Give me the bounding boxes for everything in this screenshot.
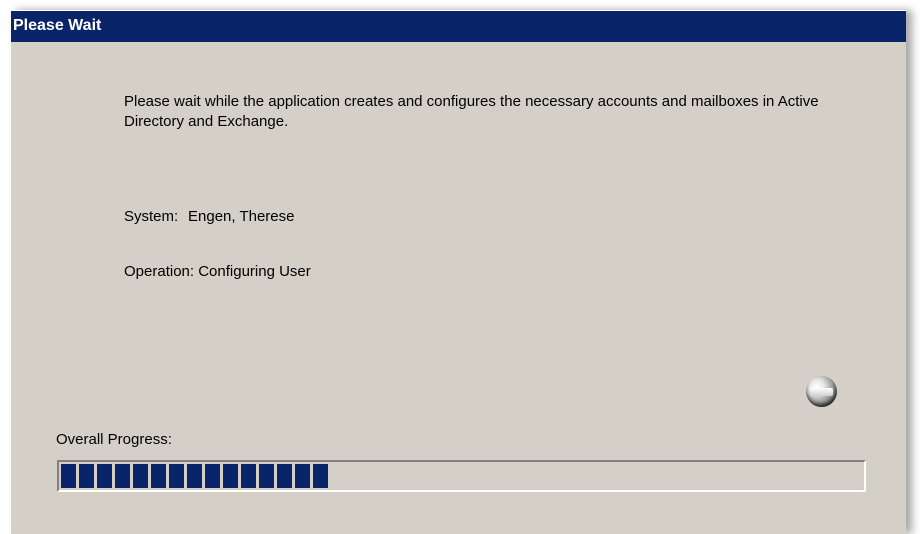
progress-block xyxy=(295,464,310,488)
progress-block xyxy=(97,464,112,488)
title-bar[interactable]: Please Wait xyxy=(11,11,906,42)
system-line: System: Engen, Therese xyxy=(124,208,294,225)
please-wait-dialog: Please Wait Please wait while the applic… xyxy=(10,10,906,534)
progress-block xyxy=(115,464,130,488)
progress-block xyxy=(151,464,166,488)
progress-block xyxy=(241,464,256,488)
progress-block xyxy=(79,464,94,488)
progress-block xyxy=(61,464,76,488)
progress-block xyxy=(187,464,202,488)
dialog-title: Please Wait xyxy=(13,17,102,34)
overall-progress-bar xyxy=(57,460,866,492)
operation-label: Operation: xyxy=(124,263,195,280)
progress-block xyxy=(277,464,292,488)
system-label: System: xyxy=(124,208,179,225)
spinner-icon xyxy=(806,376,837,407)
operation-value: Configuring User xyxy=(198,263,311,280)
progress-block xyxy=(223,464,238,488)
wait-message: Please wait while the application create… xyxy=(124,93,819,130)
progress-block xyxy=(259,464,274,488)
progress-fill xyxy=(61,464,331,488)
progress-block xyxy=(169,464,184,488)
operation-line: Operation: Configuring User xyxy=(124,263,311,280)
progress-block xyxy=(205,464,220,488)
progress-block xyxy=(133,464,148,488)
overall-progress-label: Overall Progress: xyxy=(56,431,172,448)
system-value: Engen, Therese xyxy=(188,208,295,225)
progress-block xyxy=(313,464,328,488)
